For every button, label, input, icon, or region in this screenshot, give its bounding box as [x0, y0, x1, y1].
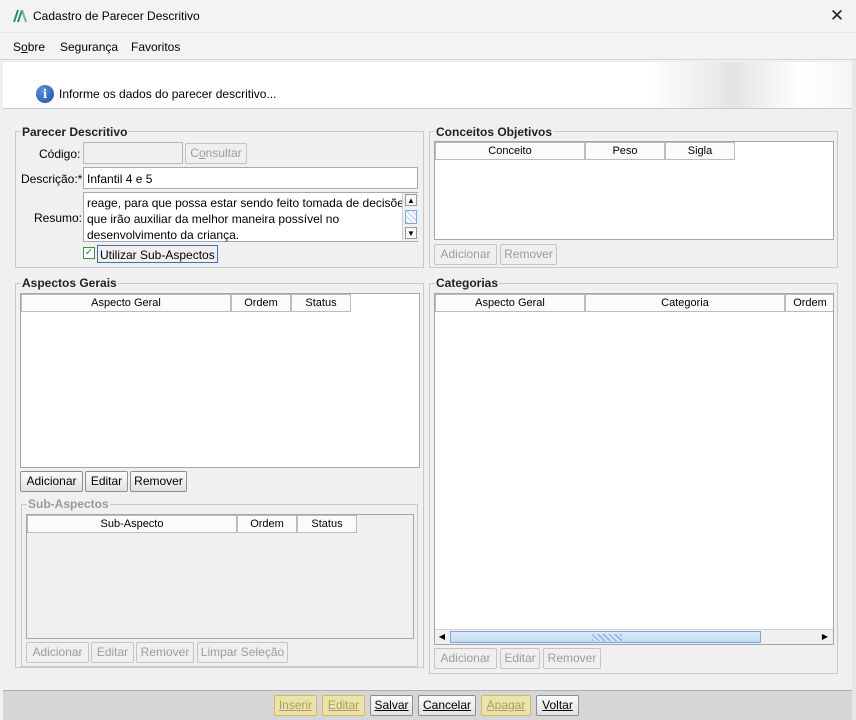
apagar-button[interactable]: Apagar: [481, 695, 531, 716]
scroll-left-icon[interactable]: ◀: [437, 632, 447, 642]
voltar-button[interactable]: Voltar: [536, 695, 579, 716]
subaspectos-remover-button[interactable]: Remover: [136, 642, 194, 663]
menu-bar: [0, 33, 856, 60]
categorias-adicionar-button[interactable]: Adicionar: [434, 648, 497, 669]
aspectos-legend: Aspectos Gerais: [21, 276, 118, 290]
codigo-field[interactable]: [83, 142, 183, 164]
column-header-peso[interactable]: Peso: [585, 142, 665, 160]
info-message: Informe os dados do parecer descritivo..…: [59, 87, 277, 101]
subaspectos-table[interactable]: Sub-Aspecto Ordem Status: [26, 514, 414, 639]
descricao-field[interactable]: Infantil 4 e 5: [83, 167, 418, 189]
codigo-label: Código:: [39, 147, 81, 161]
salvar-label: Salvar: [374, 698, 409, 712]
column-header-sigla[interactable]: Sigla: [665, 142, 735, 160]
resumo-line-1: reage, para que possa estar sendo feito …: [87, 196, 410, 210]
editar-button[interactable]: Editar: [322, 695, 365, 716]
conceitos-legend: Conceitos Objetivos: [435, 125, 554, 139]
sub-aspectos-checkbox[interactable]: ✓: [83, 247, 95, 259]
subaspectos-adicionar-button[interactable]: Adicionar: [26, 642, 89, 663]
aspectos-remover-button[interactable]: Remover: [130, 471, 187, 492]
inserir-button[interactable]: Inserir: [274, 695, 317, 716]
menu-seguranca[interactable]: Segurança: [60, 40, 118, 54]
menu-sobre-accel: o: [21, 40, 28, 54]
consultar-text-b: nsultar: [205, 146, 242, 160]
scroll-up-icon[interactable]: ▲: [405, 194, 417, 206]
aspectos-editar-button[interactable]: Editar: [85, 471, 128, 492]
salvar-button[interactable]: Salvar: [370, 695, 413, 716]
column-header-conceito[interactable]: Conceito: [435, 142, 585, 160]
window-title: Cadastro de Parecer Descritivo: [33, 9, 200, 23]
info-icon: i: [36, 85, 54, 103]
close-icon: ✕: [829, 6, 845, 25]
resumo-label: Resumo:: [34, 211, 83, 225]
close-window-button[interactable]: ✕: [826, 6, 848, 26]
column-header-aspecto-geral[interactable]: Aspecto Geral: [21, 294, 231, 312]
resumo-scrollbar[interactable]: ▲ ▼: [402, 193, 418, 241]
consultar-text-a: C: [190, 146, 199, 160]
conceitos-remover-button[interactable]: Remover: [500, 244, 557, 265]
aspectos-adicionar-button[interactable]: Adicionar: [20, 471, 83, 492]
subaspectos-editar-button[interactable]: Editar: [91, 642, 134, 663]
column-header-categoria[interactable]: Categoria: [585, 294, 785, 312]
scroll-down-icon[interactable]: ▼: [405, 227, 417, 239]
resumo-line-2: que irão auxiliar da melhor maneira poss…: [87, 212, 340, 226]
categorias-legend: Categorias: [435, 276, 500, 290]
scroll-thumb[interactable]: [405, 210, 417, 224]
column-header-ordem[interactable]: Ordem: [785, 294, 833, 312]
menu-favoritos[interactable]: Favoritos: [131, 40, 180, 54]
menu-sobre-text-b: bre: [27, 40, 46, 54]
checkmark-icon: ✓: [84, 247, 94, 258]
voltar-label: Voltar: [542, 698, 573, 712]
conceitos-table[interactable]: Conceito Peso Sigla: [434, 141, 834, 240]
editar-label: Editar: [327, 698, 360, 712]
thumb-grip: [592, 634, 622, 641]
column-header-aspecto-geral[interactable]: Aspecto Geral: [435, 294, 585, 312]
menu-sobre-text-a: S: [13, 40, 22, 54]
apagar-label: Apagar: [486, 698, 526, 712]
limpar-selecao-button[interactable]: Limpar Seleção: [197, 642, 288, 663]
scroll-right-icon[interactable]: ▶: [820, 632, 830, 642]
categorias-remover-button[interactable]: Remover: [543, 648, 601, 669]
conceitos-adicionar-button[interactable]: Adicionar: [434, 244, 497, 265]
menu-sobre[interactable]: Sobre: [13, 40, 45, 54]
window-edge: [852, 60, 856, 720]
cancelar-button[interactable]: Cancelar: [418, 695, 476, 716]
info-header-panel: [3, 62, 852, 109]
column-header-status[interactable]: Status: [291, 294, 351, 312]
resumo-textarea[interactable]: reage, para que possa estar sendo feito …: [83, 192, 418, 242]
inserir-label: Inserir: [278, 698, 313, 712]
resumo-line-3: desenvolvimento da criança.: [87, 228, 240, 242]
column-header-ordem[interactable]: Ordem: [237, 515, 297, 533]
sub-aspectos-checkbox-label[interactable]: Utilizar Sub-Aspectos: [97, 245, 218, 263]
subaspectos-legend: Sub-Aspectos: [27, 497, 110, 511]
column-header-ordem[interactable]: Ordem: [231, 294, 291, 312]
categorias-table[interactable]: Aspecto Geral Categoria Ordem ◀ ▶: [434, 293, 834, 645]
app-logo-icon: [13, 10, 27, 22]
categorias-editar-button[interactable]: Editar: [500, 648, 540, 669]
consultar-button[interactable]: Consultar: [185, 143, 247, 164]
aspectos-table[interactable]: Aspecto Geral Ordem Status: [20, 293, 420, 468]
column-header-status[interactable]: Status: [297, 515, 357, 533]
horizontal-scroll-thumb[interactable]: [450, 631, 761, 643]
horizontal-scrollbar[interactable]: ◀ ▶: [435, 629, 833, 644]
parecer-legend: Parecer Descritivo: [21, 125, 129, 139]
column-header-sub-aspecto[interactable]: Sub-Aspecto: [27, 515, 237, 533]
descricao-label: Descrição:*: [21, 172, 83, 186]
cancelar-label: Cancelar: [422, 698, 472, 712]
consultar-accel: o: [198, 146, 206, 160]
